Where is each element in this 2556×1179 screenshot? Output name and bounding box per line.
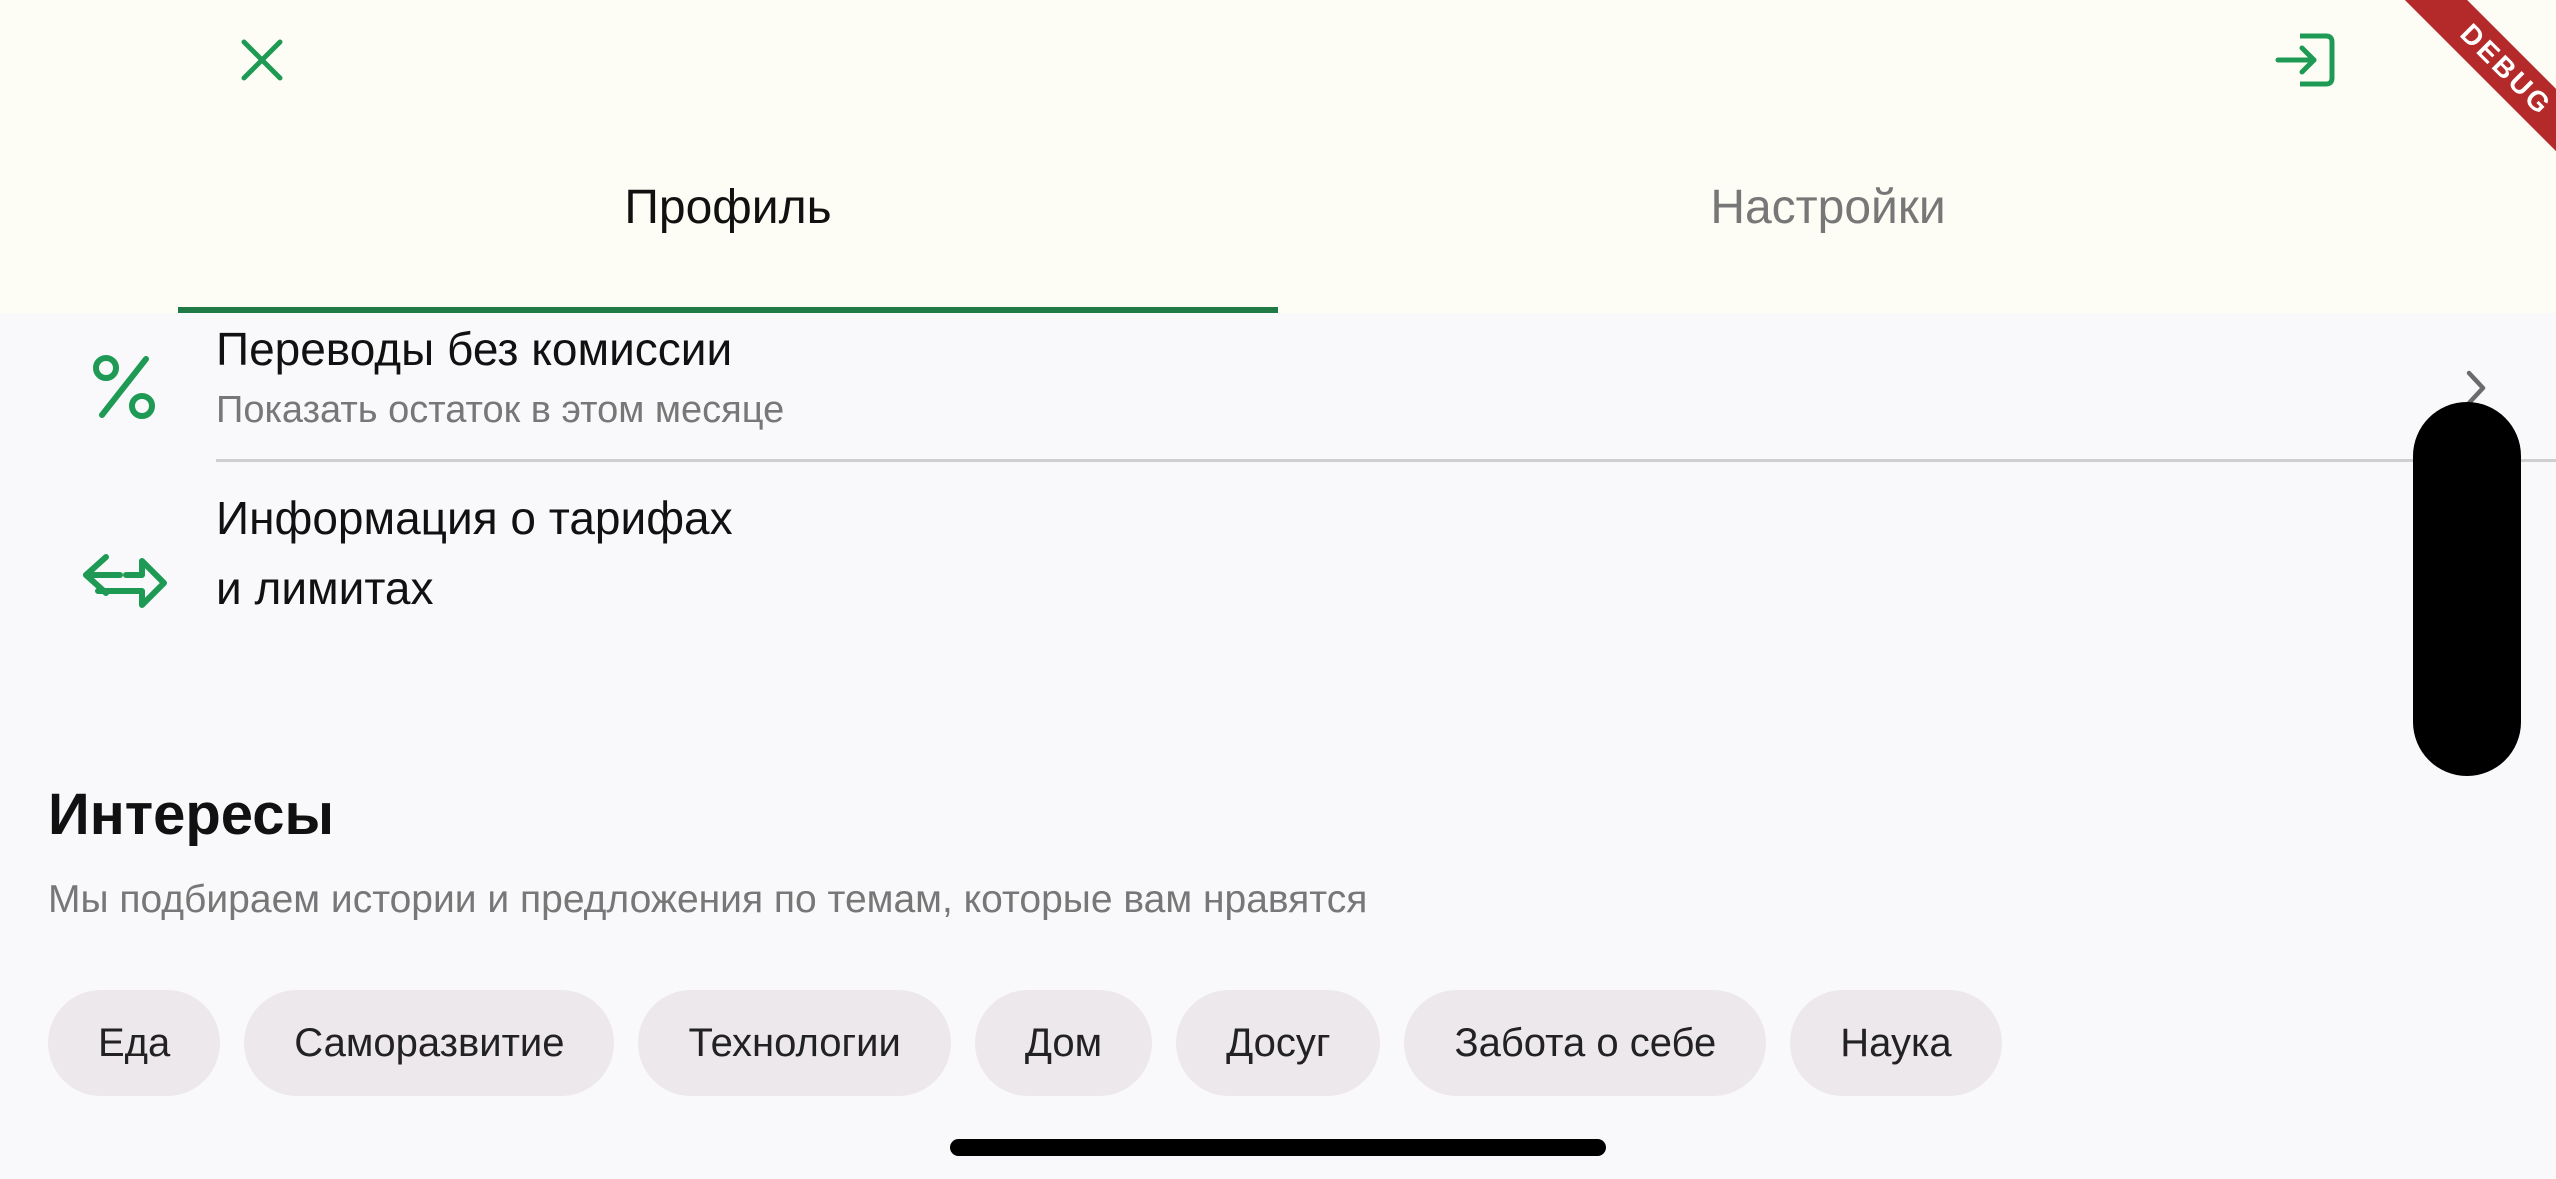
tab-profile[interactable]: Профиль — [178, 140, 1278, 313]
tab-settings-label: Настройки — [1710, 181, 1946, 234]
row-title: Переводы без комиссии — [216, 323, 733, 375]
scrollbar-thumb[interactable] — [2413, 402, 2521, 776]
interest-chip-home[interactable]: Дом — [974, 990, 1153, 1096]
row-title-line-2: и лимитах — [216, 562, 434, 614]
interest-chip-leisure[interactable]: Досуг — [1176, 990, 1381, 1096]
app-header: Профиль Настройки — [0, 0, 2556, 313]
home-indicator[interactable] — [950, 1139, 1606, 1156]
tab-settings[interactable]: Настройки — [1278, 140, 2378, 313]
tab-profile-label: Профиль — [624, 181, 832, 234]
interests-heading: Интересы — [48, 782, 335, 847]
interest-chip-science[interactable]: Наука — [1790, 990, 2002, 1096]
commission-free-transfers-row[interactable]: Переводы без комиссии Показать остаток в… — [0, 313, 2556, 461]
interest-chips: Еда Саморазвитие Технологии Дом Досуг За… — [48, 990, 2002, 1096]
logout-button[interactable] — [2266, 20, 2346, 100]
profile-tabs: Профиль Настройки — [178, 140, 2378, 313]
interest-chip-self-care[interactable]: Забота о себе — [1404, 990, 1767, 1096]
percent-icon — [80, 343, 168, 431]
interest-chip-food[interactable]: Еда — [48, 990, 221, 1096]
interests-description: Мы подбираем истории и предложения по те… — [48, 878, 1368, 921]
list-divider — [216, 459, 2556, 462]
close-button[interactable] — [222, 25, 302, 95]
row-subtitle: Показать остаток в этом месяце — [216, 389, 785, 431]
transfer-arrows-icon — [78, 543, 170, 619]
interest-chip-technology[interactable]: Технологии — [638, 990, 951, 1096]
logout-icon — [2275, 33, 2335, 87]
interest-chip-self-development[interactable]: Саморазвитие — [244, 990, 615, 1096]
row-title: Информация о тарифах и лимитах — [216, 483, 733, 623]
close-icon — [241, 39, 283, 81]
tariffs-and-limits-row[interactable]: Информация о тарифах и лимитах — [0, 463, 2556, 663]
row-title-line-1: Информация о тарифах — [216, 492, 733, 544]
